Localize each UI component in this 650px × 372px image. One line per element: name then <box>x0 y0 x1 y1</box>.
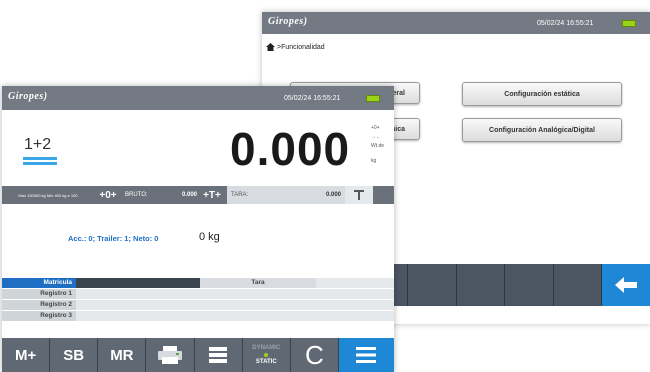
dynamic-static-toggle[interactable]: DYNAMIC STATIC <box>242 338 291 372</box>
header-matricula: Matrícula <box>2 278 76 288</box>
back-title-bar: Giropes) 05/02/24 16:55:21 <box>262 12 650 34</box>
tare-t-icon <box>354 190 364 200</box>
accumulation-text: Acc.: 0; Trailer: 1; Neto: 0 <box>68 234 159 243</box>
nav-cell[interactable] <box>456 264 506 306</box>
print-button[interactable] <box>146 338 195 372</box>
scale-mode-underline <box>23 157 57 160</box>
row-label: Registro 2 <box>2 300 76 310</box>
breadcrumb[interactable]: >Funcionalidad <box>266 43 325 51</box>
bruto-label: BRUTO: <box>125 192 148 198</box>
row-cell <box>76 300 394 310</box>
list-icon <box>209 347 228 363</box>
home-icon[interactable] <box>266 43 275 51</box>
capacity-label: Max 120000 kg Min 400 kg e 100 <box>18 192 78 198</box>
bruto-value: 0.000 <box>181 192 197 198</box>
unit-label: kg <box>371 158 377 164</box>
front-logo: Giropes) <box>8 91 48 102</box>
row-cell <box>76 289 394 299</box>
front-screen: Giropes) 05/02/24 16:55:21 1+2 0.000 +0+… <box>2 86 394 372</box>
nav-cell[interactable] <box>505 264 554 306</box>
clear-button[interactable]: C <box>290 338 339 372</box>
net-indicator: Wt.de <box>371 143 385 149</box>
header-blank <box>316 278 394 288</box>
table-row[interactable]: Registro 2 <box>2 300 394 310</box>
tara-box: TARA: 0.000 <box>227 186 345 204</box>
zero-button[interactable]: +0+ <box>94 190 122 201</box>
row-label: Registro 3 <box>2 311 76 321</box>
menu-button[interactable] <box>338 338 394 372</box>
header-blank <box>76 278 200 288</box>
nav-cell[interactable] <box>553 264 603 306</box>
tare-button[interactable]: +T+ <box>197 190 227 201</box>
back-button[interactable] <box>602 264 650 306</box>
accumulation-weight: 0 kg <box>199 231 220 243</box>
back-logo: Giropes) <box>268 16 308 27</box>
printer-icon <box>157 346 182 364</box>
key-bar: M+ SB MR DYNAMIC STATIC C <box>2 338 394 372</box>
row-label: Registro 1 <box>2 289 76 299</box>
zero-indicator: +0+ <box>371 125 380 131</box>
tara-value: 0.000 <box>325 192 341 198</box>
tare-clear-button[interactable] <box>345 186 373 204</box>
static-label: STATIC <box>255 359 277 365</box>
info-bar: Max 120000 kg Min 400 kg e 100 +0+ BRUTO… <box>2 186 394 204</box>
header-tara: Tara <box>200 278 316 288</box>
config-analog-digital-button[interactable]: Configuración Analógica/Digital <box>462 118 622 142</box>
mr-button[interactable]: MR <box>98 338 147 372</box>
front-title-bar: Giropes) 05/02/24 16:55:21 <box>2 86 394 110</box>
nav-cell[interactable] <box>407 264 457 306</box>
weight-display: 0.000 <box>230 123 351 175</box>
stable-indicator: →← <box>371 134 381 140</box>
scale-mode: 1+2 <box>24 136 52 153</box>
scale-mode-underline <box>23 162 57 165</box>
back-datetime: 05/02/24 16:55:21 <box>537 20 594 27</box>
arrow-left-icon <box>615 277 638 293</box>
sb-button[interactable]: SB <box>50 338 99 372</box>
row-cell <box>76 311 394 321</box>
weight-indicators: +0+ →← Wt.de kg <box>371 124 391 166</box>
breadcrumb-label: >Funcionalidad <box>277 43 325 51</box>
m-plus-button[interactable]: M+ <box>2 338 51 372</box>
list-button[interactable] <box>194 338 243 372</box>
battery-icon <box>622 20 636 27</box>
mode-led-icon <box>264 353 269 357</box>
records-table: Matrícula Tara Registro 1 Registro 2 Reg… <box>2 278 394 321</box>
hamburger-menu-icon <box>356 347 377 363</box>
table-row[interactable]: Registro 1 <box>2 289 394 299</box>
front-datetime: 05/02/24 16:55:21 <box>284 95 341 102</box>
battery-icon <box>366 95 380 102</box>
table-header: Matrícula Tara <box>2 278 394 288</box>
tara-label: TARA: <box>231 192 249 198</box>
dynamic-label: DYNAMIC <box>252 345 281 351</box>
config-static-button[interactable]: Configuración estática <box>462 82 622 106</box>
table-row[interactable]: Registro 3 <box>2 311 394 321</box>
